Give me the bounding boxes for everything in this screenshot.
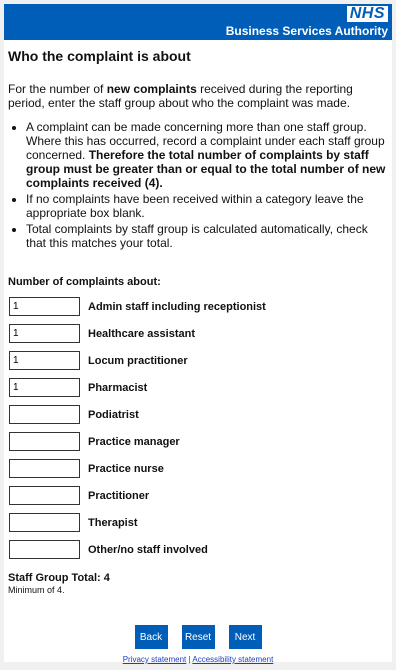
practice-nurse-label: Practice nurse (88, 462, 164, 475)
pharmacist-input[interactable] (9, 378, 80, 397)
staff-row-practice-nurse: Practice nurse (8, 458, 388, 479)
back-button[interactable]: Back (134, 625, 168, 649)
privacy-statement-link[interactable]: Privacy statement (123, 655, 187, 664)
staff-group-form: Admin staff including receptionist Healt… (8, 296, 388, 560)
footer-links: Privacy statement | Accessibility statem… (8, 655, 388, 664)
page-title: Who the complaint is about (8, 48, 191, 64)
podiatrist-input[interactable] (9, 405, 80, 424)
guidance-item: A complaint can be made concerning more … (26, 120, 388, 190)
next-button[interactable]: Next (228, 625, 262, 649)
practitioner-label: Practitioner (88, 489, 150, 502)
intro-text-bold: new complaints (106, 82, 197, 96)
navigation-buttons: Back Reset Next (8, 625, 388, 649)
therapist-input[interactable] (9, 513, 80, 532)
minimum-note: Minimum of 4. (8, 585, 65, 595)
staff-row-other: Other/no staff involved (8, 539, 388, 560)
podiatrist-label: Podiatrist (88, 408, 139, 421)
staff-row-healthcare-assistant: Healthcare assistant (8, 323, 388, 344)
therapist-label: Therapist (88, 516, 138, 529)
practice-manager-input[interactable] (9, 432, 80, 451)
intro-text-start: For the number of (8, 82, 107, 96)
staff-row-therapist: Therapist (8, 512, 388, 533)
main-content: Who the complaint is about For the numbe… (4, 40, 392, 664)
nhs-logo: NHS (346, 6, 388, 22)
other-staff-input[interactable] (9, 540, 80, 559)
staff-row-practitioner: Practitioner (8, 485, 388, 506)
staff-row-podiatrist: Podiatrist (8, 404, 388, 425)
healthcare-assistant-label: Healthcare assistant (88, 327, 195, 340)
staff-row-locum-practitioner: Locum practitioner (8, 350, 388, 371)
practice-nurse-input[interactable] (9, 459, 80, 478)
admin-staff-label: Admin staff including receptionist (88, 300, 266, 313)
guidance-list: A complaint can be made concerning more … (8, 120, 388, 250)
staff-row-admin: Admin staff including receptionist (8, 296, 388, 317)
staff-row-practice-manager: Practice manager (8, 431, 388, 452)
accessibility-statement-link[interactable]: Accessibility statement (192, 655, 273, 664)
staff-group-total: Staff Group Total: 4 (8, 572, 110, 584)
page-frame: NHS Business Services Authority Who the … (4, 4, 392, 664)
other-staff-label: Other/no staff involved (88, 543, 208, 556)
locum-practitioner-input[interactable] (9, 351, 80, 370)
pharmacist-label: Pharmacist (88, 381, 148, 394)
staff-row-pharmacist: Pharmacist (8, 377, 388, 398)
locum-practitioner-label: Locum practitioner (88, 354, 188, 367)
guidance-item: Total complaints by staff group is calcu… (26, 222, 388, 250)
link-separator: | (188, 655, 191, 664)
guidance-item: If no complaints have been received with… (26, 192, 388, 220)
complaints-count-heading: Number of complaints about: (8, 276, 161, 288)
healthcare-assistant-input[interactable] (9, 324, 80, 343)
header-banner: NHS Business Services Authority (4, 4, 392, 40)
practitioner-input[interactable] (9, 486, 80, 505)
admin-staff-input[interactable] (9, 297, 80, 316)
intro-paragraph: For the number of new complaints receive… (8, 82, 388, 110)
practice-manager-label: Practice manager (88, 435, 180, 448)
reset-button[interactable]: Reset (181, 625, 215, 649)
organisation-name: Business Services Authority (225, 24, 388, 38)
